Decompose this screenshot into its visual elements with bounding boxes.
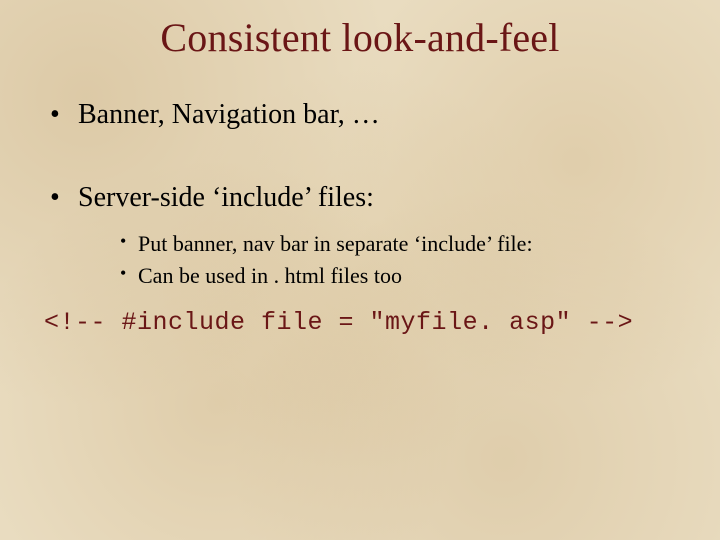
sub-bullet-item: Can be used in . html files too: [120, 261, 680, 291]
bullet-text: Server-side ‘include’ files:: [78, 182, 374, 213]
sub-bullet-text: Can be used in . html files too: [138, 263, 402, 288]
code-line: <!-- #include file = "myfile. asp" -->: [44, 308, 680, 337]
bullet-item: Banner, Navigation bar, …: [50, 97, 680, 132]
sub-bullet-list: Put banner, nav bar in separate ‘include…: [78, 229, 680, 290]
sub-bullet-item: Put banner, nav bar in separate ‘include…: [120, 229, 680, 259]
bullet-item: Server-side ‘include’ files: Put banner,…: [50, 180, 680, 290]
bullet-list: Banner, Navigation bar, … Server-side ‘i…: [40, 97, 680, 290]
bullet-text: Banner, Navigation bar, …: [78, 99, 380, 130]
slide: Consistent look-and-feel Banner, Navigat…: [0, 0, 720, 540]
sub-bullet-text: Put banner, nav bar in separate ‘include…: [138, 231, 533, 256]
slide-title: Consistent look-and-feel: [40, 14, 680, 61]
